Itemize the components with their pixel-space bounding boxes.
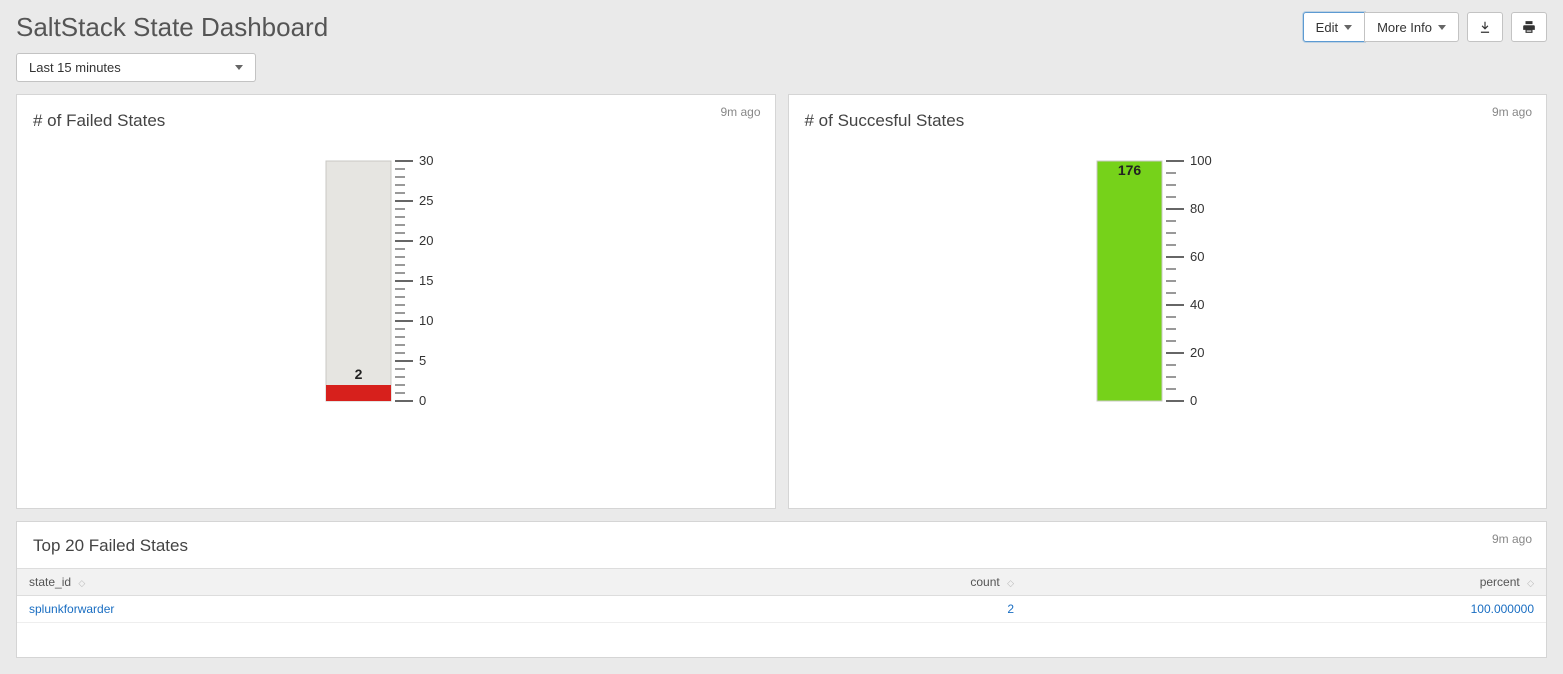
failed-states-table: state_id ◇ count ◇ percent ◇ splunkforwa…: [17, 568, 1546, 623]
gauge-success: 176 0 20 40 60 80 100: [789, 131, 1547, 411]
download-button[interactable]: [1467, 12, 1503, 42]
svg-text:40: 40: [1190, 297, 1204, 312]
col-percent[interactable]: percent ◇: [1026, 569, 1546, 596]
table-row[interactable]: splunkforwarder2100.000000: [17, 596, 1546, 623]
time-range-picker[interactable]: Last 15 minutes: [16, 53, 256, 82]
svg-text:60: 60: [1190, 249, 1204, 264]
panel-success-states: 9m ago # of Succesful States 176 0 20 40 60 8…: [788, 94, 1548, 509]
sort-icon: ◇: [78, 579, 85, 587]
more-info-button[interactable]: More Info: [1364, 12, 1459, 42]
panel-title: # of Failed States: [17, 95, 775, 131]
cell-count[interactable]: 2: [696, 596, 1026, 623]
print-button[interactable]: [1511, 12, 1547, 42]
svg-text:20: 20: [419, 233, 433, 248]
chevron-down-icon: [235, 65, 243, 70]
svg-text:20: 20: [1190, 345, 1204, 360]
col-label: state_id: [29, 575, 71, 589]
print-icon: [1522, 20, 1536, 34]
svg-text:25: 25: [419, 193, 433, 208]
svg-text:100: 100: [1190, 153, 1212, 168]
svg-text:15: 15: [419, 273, 433, 288]
download-icon: [1478, 20, 1492, 34]
panel-failed-states: 9m ago # of Failed States 2051015202530: [16, 94, 776, 509]
panel-timestamp: 9m ago: [1492, 532, 1532, 546]
svg-text:30: 30: [419, 153, 433, 168]
panel-title: # of Succesful States: [789, 95, 1547, 131]
col-count[interactable]: count ◇: [696, 569, 1026, 596]
svg-text:0: 0: [1190, 393, 1197, 408]
more-info-label: More Info: [1377, 20, 1432, 35]
sort-icon: ◇: [1527, 579, 1534, 587]
svg-text:0: 0: [419, 393, 426, 408]
col-state-id[interactable]: state_id ◇: [17, 569, 696, 596]
cell-state-id[interactable]: splunkforwarder: [17, 596, 696, 623]
header-actions: Edit More Info: [1303, 12, 1547, 42]
edit-button[interactable]: Edit: [1303, 12, 1365, 42]
chevron-down-icon: [1438, 25, 1446, 30]
page-title: SaltStack State Dashboard: [16, 12, 328, 43]
panel-timestamp: 9m ago: [1492, 105, 1532, 119]
col-label: percent: [1480, 575, 1520, 589]
svg-text:10: 10: [419, 313, 433, 328]
svg-text:176: 176: [1118, 162, 1142, 178]
panel-title: Top 20 Failed States: [17, 522, 1546, 556]
svg-text:5: 5: [419, 353, 426, 368]
col-label: count: [970, 575, 999, 589]
panel-timestamp: 9m ago: [720, 105, 760, 119]
edit-label: Edit: [1316, 20, 1338, 35]
chevron-down-icon: [1344, 25, 1352, 30]
svg-text:80: 80: [1190, 201, 1204, 216]
time-range-label: Last 15 minutes: [29, 60, 121, 75]
cell-percent[interactable]: 100.000000: [1026, 596, 1546, 623]
gauge-failed: 2051015202530: [17, 131, 775, 411]
sort-icon: ◇: [1007, 579, 1014, 587]
svg-text:2: 2: [354, 366, 362, 382]
panel-top20-failed: 9m ago Top 20 Failed States state_id ◇ c…: [16, 521, 1547, 658]
